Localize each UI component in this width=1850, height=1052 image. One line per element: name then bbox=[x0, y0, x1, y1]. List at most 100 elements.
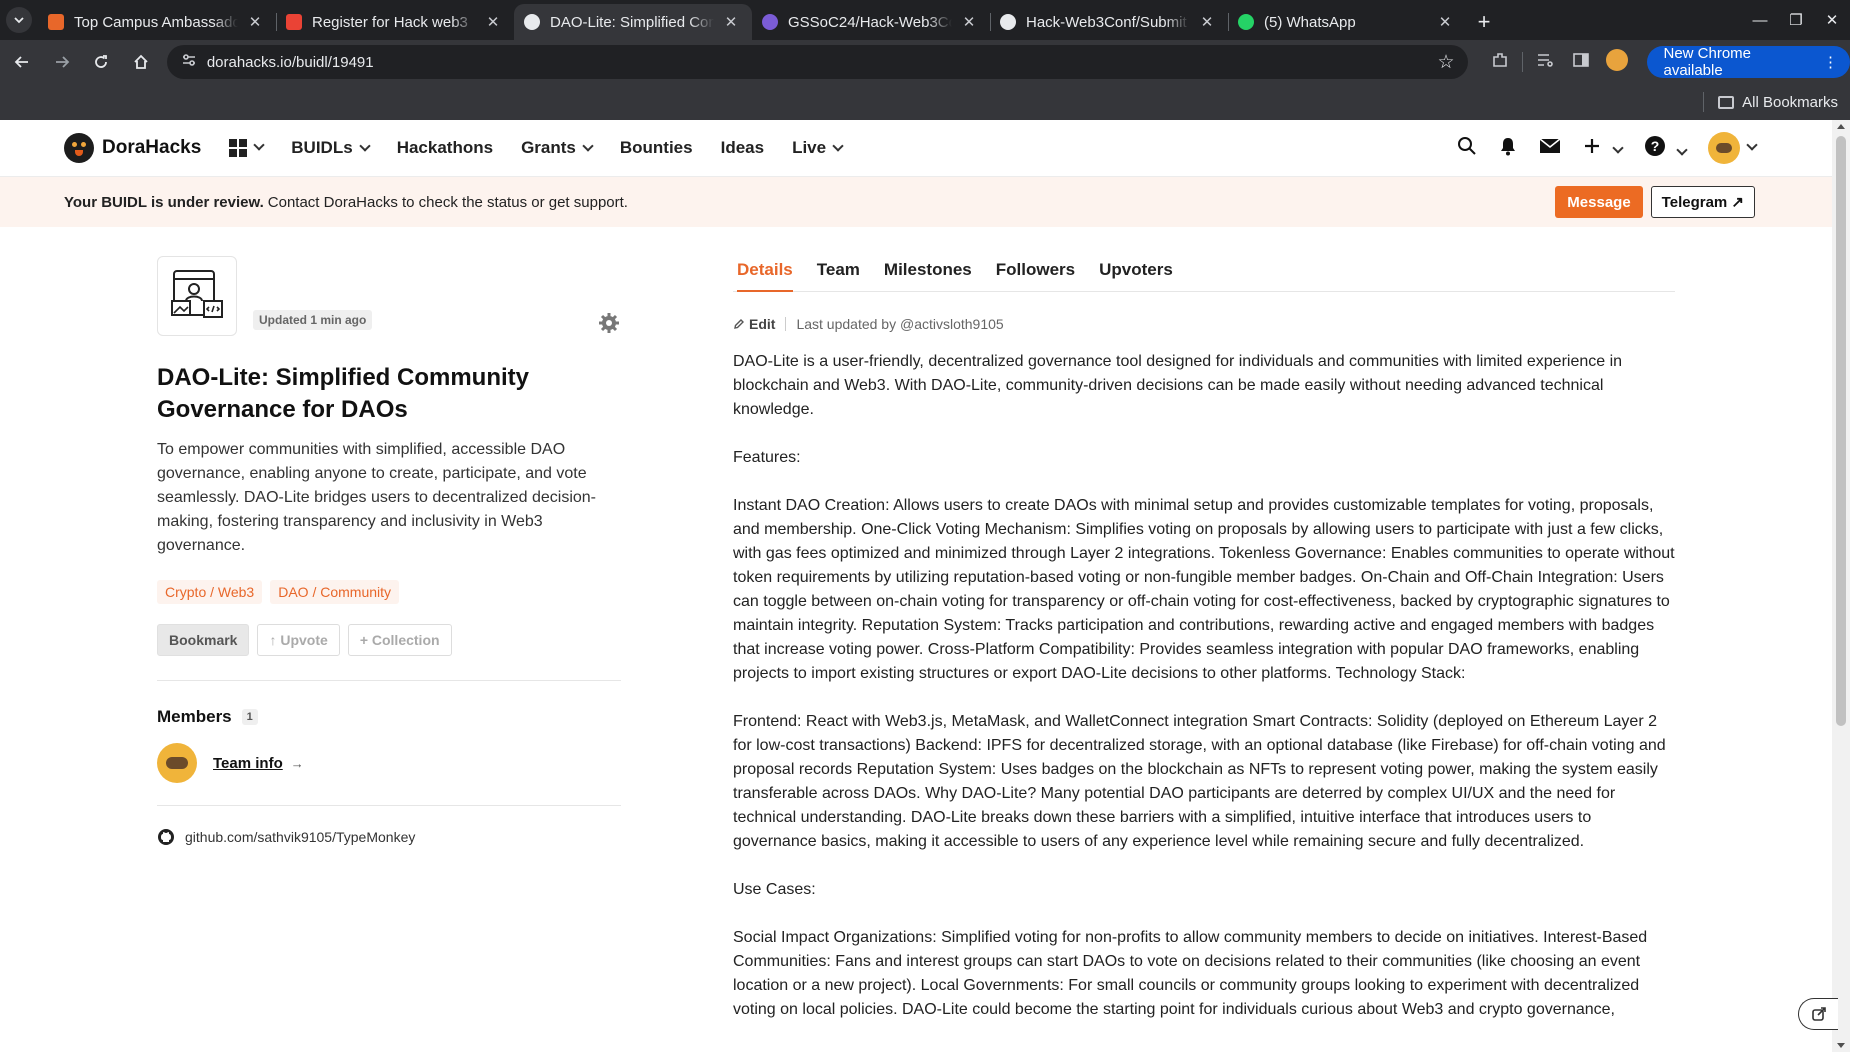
apps-menu[interactable] bbox=[229, 139, 263, 157]
arrow-right-icon: → bbox=[290, 755, 304, 771]
member-avatar[interactable] bbox=[157, 743, 197, 783]
tab-milestones[interactable]: Milestones bbox=[884, 256, 972, 291]
minimize-icon[interactable]: — bbox=[1742, 12, 1778, 29]
tag[interactable]: DAO / Community bbox=[270, 580, 400, 604]
home-button[interactable] bbox=[123, 44, 159, 80]
details-paragraph: Social Impact Organizations: Simplified … bbox=[733, 929, 1648, 1018]
new-tab-button[interactable]: + bbox=[1466, 4, 1502, 40]
gear-favicon-icon bbox=[762, 14, 778, 30]
profile-avatar[interactable] bbox=[1599, 48, 1635, 76]
browser-tab-active[interactable]: DAO-Lite: Simplified Com ✕ bbox=[514, 4, 752, 40]
project-details-content: DAO-Lite is a user-friendly, decentraliz… bbox=[733, 350, 1675, 1022]
restore-icon[interactable]: ❐ bbox=[1778, 11, 1814, 29]
mail-icon[interactable] bbox=[1539, 137, 1561, 160]
scroll-down-icon[interactable] bbox=[1837, 1043, 1845, 1048]
tag[interactable]: Crypto / Web3 bbox=[157, 580, 263, 604]
telegram-button[interactable]: Telegram ↗ bbox=[1650, 186, 1755, 218]
arrow-right-icon bbox=[55, 56, 69, 68]
nav-buidls[interactable]: BUIDLs bbox=[291, 138, 368, 158]
address-bar[interactable]: dorahacks.io/buidl/19491 ☆ bbox=[166, 45, 1469, 79]
tab-search-button[interactable] bbox=[0, 0, 38, 40]
plus-icon bbox=[1585, 138, 1600, 153]
floating-share-button[interactable] bbox=[1798, 998, 1838, 1030]
extensions-icon[interactable] bbox=[1482, 51, 1518, 74]
arrow-left-icon bbox=[14, 56, 28, 68]
star-icon[interactable]: ☆ bbox=[1437, 51, 1454, 74]
nav-ideas[interactable]: Ideas bbox=[721, 138, 764, 158]
details-paragraph: Instant DAO Creation: Allows users to cr… bbox=[733, 497, 1675, 682]
tab-details[interactable]: Details bbox=[737, 256, 793, 292]
close-tab-icon[interactable]: ✕ bbox=[960, 13, 978, 31]
upvote-button[interactable]: ↑ Upvote bbox=[257, 624, 340, 656]
project-title: DAO-Lite: Simplified Community Governanc… bbox=[157, 364, 529, 423]
all-bookmarks-button[interactable]: All Bookmarks bbox=[1742, 94, 1838, 111]
bookmark-button[interactable]: Bookmark bbox=[157, 624, 250, 656]
browser-tab[interactable]: Top Campus Ambassado ✕ bbox=[38, 4, 276, 40]
browser-tab[interactable]: (5) WhatsApp ✕ bbox=[1228, 4, 1466, 40]
back-button[interactable] bbox=[4, 44, 40, 80]
tab-title: Hack-Web3Conf/Submit bbox=[1026, 13, 1187, 31]
project-actions: Bookmark ↑ Upvote + Collection bbox=[157, 624, 621, 656]
user-menu[interactable] bbox=[1708, 132, 1756, 164]
gear-icon[interactable] bbox=[598, 312, 620, 339]
tab-title: Top Campus Ambassado bbox=[74, 13, 238, 31]
browser-toolbar: dorahacks.io/buidl/19491 ☆ New Chrome av… bbox=[0, 40, 1850, 84]
nav-live[interactable]: Live bbox=[792, 138, 842, 158]
tab-followers[interactable]: Followers bbox=[996, 256, 1075, 291]
url-text: dorahacks.io/buidl/19491 bbox=[206, 53, 374, 71]
tab-upvoters[interactable]: Upvoters bbox=[1099, 256, 1173, 291]
media-control-icon[interactable] bbox=[1527, 51, 1563, 74]
site-header: DoraHacks BUIDLs Hackathons Grants Bount… bbox=[0, 120, 1832, 177]
scroll-up-icon[interactable] bbox=[1837, 124, 1845, 129]
close-tab-icon[interactable]: ✕ bbox=[484, 13, 502, 31]
site-info-icon[interactable] bbox=[181, 52, 197, 72]
new-chrome-available-button[interactable]: New Chrome available ⋮ bbox=[1647, 45, 1850, 79]
tab-team[interactable]: Team bbox=[817, 256, 860, 291]
browser-tab[interactable]: GSSoC24/Hack-Web3Cor ✕ bbox=[752, 4, 990, 40]
help-menu[interactable]: ? bbox=[1644, 135, 1686, 162]
owl-logo-icon bbox=[64, 133, 94, 163]
project-sidebar: Updated 1 min ago DAO-Lite: Simplified C… bbox=[157, 256, 621, 846]
divider bbox=[157, 805, 621, 806]
dorahacks-logo[interactable]: DoraHacks bbox=[64, 133, 201, 163]
browser-tab[interactable]: Register for Hack web3 ✕ bbox=[276, 4, 514, 40]
edit-button[interactable]: Edit bbox=[733, 316, 775, 332]
browser-tab-strip: Top Campus Ambassado ✕ Register for Hack… bbox=[0, 0, 1850, 40]
project-description: To empower communities with simplified, … bbox=[157, 441, 597, 554]
details-paragraph: DAO-Lite is a user-friendly, decentraliz… bbox=[733, 353, 1623, 418]
details-paragraph: Frontend: React with Web3.js, MetaMask, … bbox=[733, 713, 1666, 850]
review-banner: Your BUIDL is under review. Contact Dora… bbox=[0, 177, 1832, 227]
add-collection-button[interactable]: + Collection bbox=[347, 624, 452, 656]
members-count: 1 bbox=[241, 709, 258, 725]
page-scrollbar[interactable] bbox=[1832, 120, 1850, 1052]
close-tab-icon[interactable]: ✕ bbox=[246, 13, 264, 31]
reload-button[interactable] bbox=[83, 44, 119, 80]
create-menu[interactable] bbox=[1583, 137, 1621, 160]
project-logo bbox=[157, 256, 237, 336]
scrollbar-thumb[interactable] bbox=[1836, 136, 1846, 726]
close-tab-icon[interactable]: ✕ bbox=[722, 13, 740, 31]
browser-tab[interactable]: Hack-Web3Conf/Submit ✕ bbox=[990, 4, 1228, 40]
forward-button[interactable] bbox=[44, 44, 80, 80]
new-chrome-label: New Chrome available bbox=[1663, 45, 1752, 79]
team-info-link[interactable]: Team info bbox=[213, 755, 283, 772]
review-status-text: Contact DoraHacks to check the status or… bbox=[267, 193, 628, 211]
close-tab-icon[interactable]: ✕ bbox=[1436, 13, 1454, 31]
github-link-row[interactable]: github.com/sathvik9105/TypeMonkey bbox=[157, 828, 621, 846]
members-heading: Members 1 bbox=[157, 707, 621, 727]
close-tab-icon[interactable]: ✕ bbox=[1198, 13, 1216, 31]
search-icon[interactable] bbox=[1457, 136, 1477, 161]
close-window-icon[interactable]: ✕ bbox=[1814, 11, 1850, 29]
review-status-bold: Your BUIDL is under review. bbox=[64, 193, 264, 211]
web-design-icon bbox=[171, 270, 223, 318]
apps-grid-icon bbox=[229, 139, 248, 157]
last-updated-text: Last updated by @activsloth9105 bbox=[796, 316, 1004, 332]
side-panel-icon[interactable] bbox=[1563, 51, 1599, 74]
nav-hackathons[interactable]: Hackathons bbox=[397, 138, 493, 158]
bell-icon[interactable] bbox=[1499, 136, 1517, 161]
main-nav: BUIDLs Hackathons Grants Bounties Ideas … bbox=[229, 138, 842, 158]
nav-bounties[interactable]: Bounties bbox=[620, 138, 693, 158]
message-button[interactable]: Message bbox=[1555, 186, 1643, 218]
nav-grants[interactable]: Grants bbox=[521, 138, 592, 158]
pencil-icon bbox=[734, 319, 744, 329]
